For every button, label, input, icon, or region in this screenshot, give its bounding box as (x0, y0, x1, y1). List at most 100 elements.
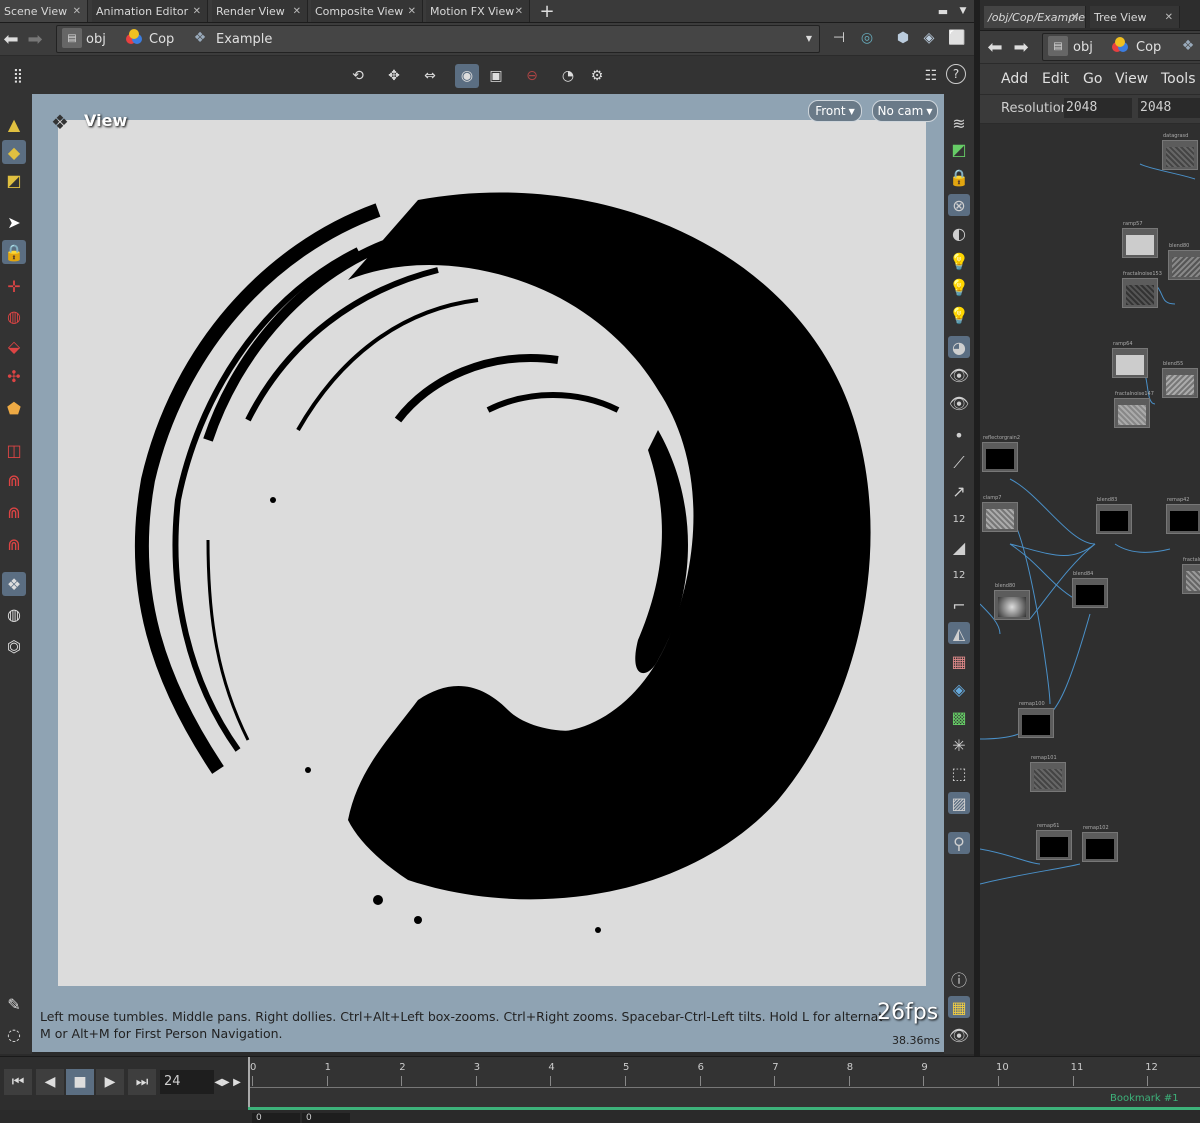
pan-tool-icon[interactable]: ✥ (382, 64, 406, 88)
number-display-icon[interactable]: 12 (948, 508, 970, 530)
snap-tool-icon[interactable]: ⋒ (2, 468, 26, 492)
step-back-icon[interactable]: ◀ (36, 1069, 64, 1095)
forward-arrow-icon[interactable]: ➡ (1010, 35, 1032, 59)
tab-scene-view[interactable]: Scene View ✕ (0, 0, 88, 22)
visibility-2-icon[interactable]: 👁 (948, 392, 970, 414)
menu-tools[interactable]: Tools (1161, 71, 1196, 87)
bounding-box-icon[interactable]: ⬚ (948, 762, 970, 784)
point-display-icon[interactable]: • (948, 424, 970, 446)
menu-edit[interactable]: Edit (1042, 71, 1069, 87)
step-frame-icon[interactable]: ◀▶ (214, 1069, 229, 1095)
close-icon[interactable]: ✕ (1165, 12, 1173, 23)
breadcrumb-cop[interactable]: Cop (1136, 34, 1161, 60)
forward-arrow-icon[interactable]: ➡ (24, 27, 46, 51)
layout-icon[interactable]: ☷ (920, 64, 942, 88)
resolution-y-field[interactable]: 2048 (1138, 98, 1200, 118)
pin-icon[interactable]: ⊣ (828, 27, 850, 49)
tumble-tool-icon[interactable]: ⟲ (346, 64, 370, 88)
number-display-2-icon[interactable]: 12 (948, 564, 970, 586)
lock-camera-icon[interactable]: 🔒 (948, 166, 970, 188)
camera-view-icon[interactable]: ◉ (455, 64, 479, 88)
magnet-tool-icon[interactable]: ◫ (2, 438, 26, 462)
visibility-icon[interactable]: 👁 (948, 364, 970, 386)
breadcrumb-obj[interactable]: obj (86, 26, 106, 52)
viewport-canvas[interactable] (58, 120, 926, 986)
scale-tool-icon[interactable]: ⬙ (2, 334, 26, 358)
light-bulb-icon[interactable]: 💡 (948, 250, 970, 272)
node-reflectorgrain2[interactable]: reflectorgrain2 (982, 435, 1020, 472)
node-fractalnoise147[interactable]: fractalnoise147 (1114, 391, 1154, 428)
corner-icon[interactable]: ⌐ (948, 594, 970, 616)
breadcrumb-example[interactable]: Example (216, 26, 272, 52)
wireframe-icon[interactable]: ◭ (948, 622, 970, 644)
tab-composite-view[interactable]: Composite View ✕ (311, 0, 423, 22)
node-remap61[interactable]: remap61 (1036, 823, 1072, 860)
brush-tool-icon[interactable]: ◆ (2, 140, 26, 164)
close-icon[interactable]: ✕ (73, 6, 81, 17)
jump-end-icon[interactable]: ⏭ (128, 1069, 156, 1095)
maximize-icon[interactable]: ⬜ (946, 27, 968, 49)
frame-field[interactable]: 24 (160, 1070, 214, 1094)
node-datagrasd[interactable]: datagrasd (1162, 133, 1198, 170)
move-tool-icon[interactable]: ✛ (2, 274, 26, 298)
menu-go[interactable]: Go (1083, 71, 1102, 87)
snap-grid-icon[interactable]: ⋒ (2, 500, 26, 524)
quad-view-icon[interactable]: ▦ (948, 996, 970, 1018)
menu-add[interactable]: Add (1001, 71, 1028, 87)
link-icon[interactable]: ◎ (856, 27, 878, 49)
view-direction-menu[interactable]: Front ▼ (808, 100, 862, 122)
close-icon[interactable]: ✕ (408, 6, 416, 17)
pane-menu-icon[interactable]: ▼ (955, 0, 971, 22)
close-icon[interactable]: ✕ (515, 6, 523, 17)
eye-icon[interactable]: 👁 (948, 1024, 970, 1046)
jump-start-icon[interactable]: ⏮ (4, 1069, 32, 1095)
display-options-icon[interactable]: ▣ (484, 64, 508, 88)
cube-icon[interactable]: ⬢ (892, 27, 914, 49)
tab-network-path[interactable]: /obj/Cop/Example ✕ (984, 6, 1086, 28)
node-ramp57[interactable]: ramp57 (1122, 221, 1158, 258)
info-icon[interactable]: ⓘ (948, 968, 970, 990)
snapshot-icon[interactable]: ◔ (556, 64, 580, 88)
node-fractalnoise153[interactable]: fractalnoise153 (1122, 271, 1162, 308)
menu-view[interactable]: View (1115, 71, 1148, 87)
timeline[interactable]: Bookmark #1 (248, 1057, 1200, 1107)
ghost-icon[interactable]: ⊗ (948, 194, 970, 216)
background-image-icon[interactable]: ▨ (948, 792, 970, 814)
sculpt-tool-icon[interactable]: ▲ (2, 112, 26, 136)
node-blend55[interactable]: blend55 (1162, 361, 1198, 398)
normals-icon[interactable]: ⟋ (948, 452, 970, 474)
light-bulb-3-icon[interactable]: 💡 (948, 304, 970, 326)
guide-icon[interactable]: ⚲ (948, 832, 970, 854)
back-arrow-icon[interactable]: ⬅ (984, 35, 1006, 59)
transform-tool-icon[interactable]: ✣ (2, 364, 26, 388)
close-icon[interactable]: ✕ (1071, 12, 1079, 23)
render-region-icon[interactable]: ◍ (2, 602, 26, 626)
view-tool-icon[interactable]: ❖ (2, 572, 26, 596)
headlight-icon[interactable]: ◐ (948, 222, 970, 244)
pane-options-icon[interactable]: ▬ (934, 0, 952, 22)
node-remap101[interactable]: remap101 (1030, 755, 1066, 792)
rotate-tool-icon[interactable]: ◍ (2, 304, 26, 328)
node-blend80-top[interactable]: blend80 (1168, 243, 1200, 280)
tab-render-view[interactable]: Render View ✕ (212, 0, 308, 22)
node-remap100[interactable]: remap100 (1018, 701, 1054, 738)
breadcrumb-cop[interactable]: Cop (149, 26, 174, 52)
close-icon[interactable]: ✕ (193, 6, 201, 17)
play-icon[interactable]: ▶ (96, 1069, 124, 1095)
node-ramp64[interactable]: ramp64 (1112, 341, 1148, 378)
paint-tool-icon[interactable]: ◩ (2, 168, 26, 192)
display-geometry-icon[interactable]: ◩ (948, 138, 970, 160)
dolly-tool-icon[interactable]: ⇔ (418, 64, 442, 88)
node-remap42[interactable]: remap42 (1166, 497, 1200, 534)
uv-icon[interactable]: ◈ (948, 678, 970, 700)
node-fractalnoise[interactable]: fractalnoise (1182, 557, 1200, 594)
notes-icon[interactable]: ✎ (2, 992, 26, 1016)
lock-select-icon[interactable]: 🔒 (2, 240, 26, 264)
camera-menu[interactable]: No cam ▼ (872, 100, 938, 122)
view-display-icon[interactable]: ◈ (918, 27, 940, 49)
pose-tool-icon[interactable]: ⏣ (2, 634, 26, 658)
camera-icon[interactable]: ◌ (2, 1022, 26, 1046)
vector-icon[interactable]: ↗ (948, 480, 970, 502)
node-clamp7[interactable]: clamp7 (982, 495, 1018, 532)
tab-tree-view[interactable]: Tree View ✕ (1090, 6, 1180, 28)
